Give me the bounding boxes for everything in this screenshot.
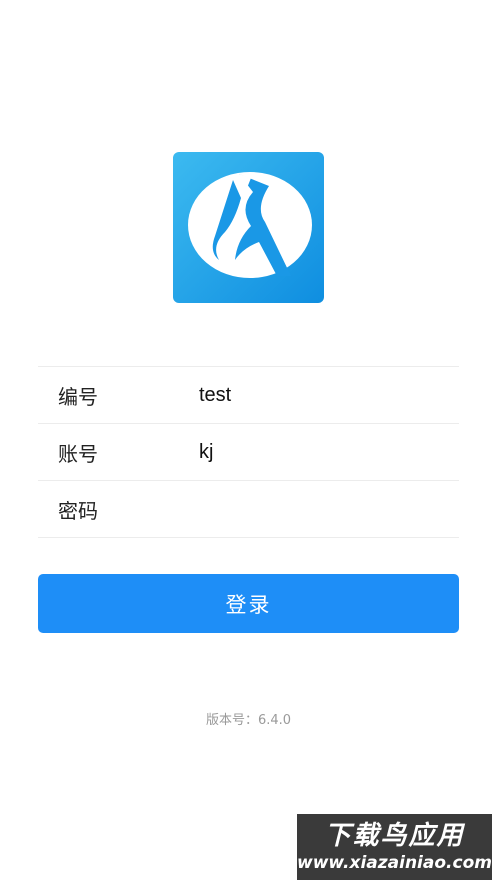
password-row: 密码	[38, 480, 459, 538]
app-logo	[173, 152, 324, 303]
watermark-url: www.xiazainiao.com	[297, 853, 492, 873]
version-number: 6.4.0	[257, 713, 292, 728]
id-input[interactable]	[199, 383, 449, 407]
watermark-title: 下载鸟应用	[324, 821, 465, 851]
id-row: 编号	[38, 366, 459, 423]
version-label: 版本号：	[205, 713, 258, 728]
login-button[interactable]: 登录	[38, 574, 459, 633]
watermark: 下载鸟应用 www.xiazainiao.com	[297, 814, 492, 880]
login-form: 编号 账号 密码	[38, 366, 459, 538]
password-input[interactable]	[199, 497, 449, 521]
password-label: 密码	[58, 498, 98, 523]
account-input[interactable]	[199, 440, 449, 464]
app-logo-icon	[173, 152, 324, 303]
id-label: 编号	[58, 384, 98, 409]
version-info: 版本号：6.4.0	[0, 709, 497, 728]
account-label: 账号	[58, 441, 98, 466]
account-row: 账号	[38, 423, 459, 480]
